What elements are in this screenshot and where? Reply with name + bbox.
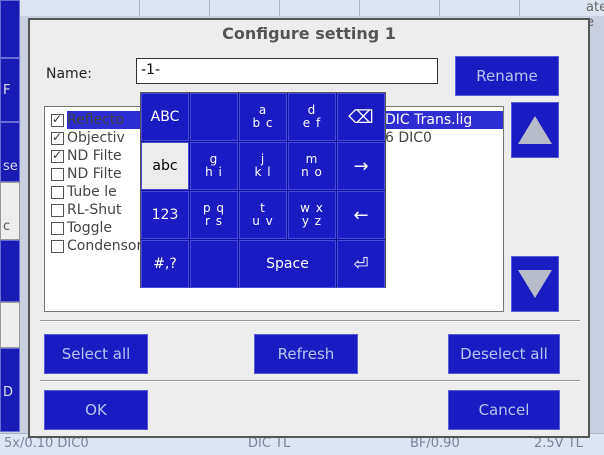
enter-key[interactable]: ⏎ [337, 240, 385, 288]
key-abc-upper[interactable]: ABC [141, 93, 189, 141]
key-blank[interactable] [190, 93, 238, 141]
checkbox[interactable] [51, 203, 64, 217]
background-header-cell [280, 0, 360, 16]
enter-icon: ⏎ [353, 253, 369, 275]
arrow-right-icon: → [353, 155, 369, 177]
background-header-cell [440, 0, 520, 16]
status-objective: 5x/0.10 DIC0 [4, 436, 89, 451]
scroll-down-button[interactable] [511, 256, 559, 312]
checkbox[interactable] [51, 130, 64, 145]
background-left-panel [0, 302, 20, 348]
space-key[interactable]: Space [239, 240, 336, 288]
arrow-left-icon: ← [353, 204, 369, 226]
key-pqrs[interactable]: p q r s [190, 191, 238, 239]
deselect-all-button[interactable]: Deselect all [448, 334, 560, 374]
key-wxyz[interactable]: w x y z [288, 191, 336, 239]
list-item-label: ND Filte [67, 148, 122, 164]
cancel-button[interactable]: Cancel [448, 390, 560, 430]
checkbox[interactable] [51, 167, 64, 181]
list-item[interactable]: Tube le [51, 183, 117, 201]
key-numeric[interactable]: 123 [141, 191, 189, 239]
arrow-up-icon [518, 116, 552, 144]
status-reflector: DIC TL [248, 436, 291, 451]
list-item-value: 6 DIC0 [385, 130, 432, 146]
name-label: Name: [46, 66, 93, 82]
list-item-label: Toggle [67, 220, 113, 236]
ok-button[interactable]: OK [44, 390, 148, 430]
status-lamp: 2.5V TL [534, 436, 583, 451]
list-item[interactable]: Condensor: [51, 237, 147, 255]
key-ghi[interactable]: g h i [190, 142, 238, 190]
key-pqrs-label: p q r s [202, 201, 226, 228]
background-left-panel: c [0, 182, 20, 240]
background-left-label: F [3, 83, 11, 98]
key-tuv[interactable]: t u v [239, 191, 287, 239]
rename-button[interactable]: Rename [455, 56, 559, 96]
checkbox[interactable] [51, 185, 64, 199]
key-def[interactable]: d e f [288, 93, 336, 141]
divider [40, 320, 580, 322]
background-header-cell [210, 0, 280, 16]
list-item[interactable]: ND Filte [51, 165, 122, 183]
list-item-label: Reflecto [67, 112, 124, 128]
status-condensor: BF/0.90 [410, 436, 460, 451]
key-blank[interactable] [190, 240, 238, 288]
list-item[interactable]: Reflecto [51, 111, 124, 129]
list-item-label: ND Filte [67, 166, 122, 182]
list-item-value: DIC Trans.lig [385, 112, 473, 128]
key-jkl-label: j k l [254, 152, 272, 179]
key-def-label: d e f [302, 103, 322, 130]
background-left-label: c [3, 219, 11, 234]
key-abc-lower[interactable]: abc [141, 142, 189, 190]
background-left-button[interactable]: se [0, 122, 20, 182]
onscreen-keyboard: ABC a b c d e f ⌫ abc g h i j k l m n o … [140, 92, 386, 288]
background-left-button[interactable] [0, 0, 20, 58]
list-item[interactable]: ND Filte [51, 147, 122, 165]
background-header-cell [140, 0, 210, 16]
list-item-label: Tube le [67, 184, 117, 200]
key-abc-label: a b c [252, 103, 274, 130]
configure-setting-dialog: Configure setting 1 Name: -1- Rename DIC… [28, 18, 590, 438]
arrow-down-icon [518, 270, 552, 298]
background-header [0, 0, 604, 16]
checkbox[interactable] [51, 148, 64, 163]
background-left-button[interactable] [0, 240, 20, 302]
list-item[interactable]: RL-Shut [51, 201, 121, 219]
list-item-label: RL-Shut [67, 202, 122, 218]
checkbox[interactable] [51, 221, 64, 235]
name-input[interactable]: -1- [136, 58, 438, 84]
key-wxyz-label: w x y z [300, 201, 324, 228]
checkbox[interactable] [51, 239, 64, 253]
key-mno[interactable]: m n o [288, 142, 336, 190]
background-left-label: D [3, 385, 14, 400]
key-abc[interactable]: a b c [239, 93, 287, 141]
background-header-cell [360, 0, 440, 16]
list-item[interactable]: Objectiv [51, 129, 125, 147]
key-ghi-label: g h i [205, 152, 223, 179]
key-tuv-label: t u v [252, 201, 274, 228]
key-symbols[interactable]: #,? [141, 240, 189, 288]
list-item-label: Objectiv [67, 130, 125, 146]
key-mno-label: m n o [301, 152, 323, 179]
cursor-left-key[interactable]: ← [337, 191, 385, 239]
dialog-title: Configure setting 1 [222, 24, 396, 43]
scroll-up-button[interactable] [511, 102, 559, 158]
background-left-button[interactable]: F [0, 58, 20, 122]
list-item[interactable]: Toggle [51, 219, 112, 237]
background-left-button[interactable]: D [0, 348, 20, 432]
checkbox[interactable] [51, 112, 64, 127]
backspace-icon: ⌫ [348, 106, 374, 128]
list-item-label: Condensor: [67, 238, 147, 254]
background-left-label: se [3, 159, 18, 174]
select-all-button[interactable]: Select all [44, 334, 148, 374]
backspace-key[interactable]: ⌫ [337, 93, 385, 141]
background-header-cell [0, 0, 140, 16]
cursor-right-key[interactable]: → [337, 142, 385, 190]
key-jkl[interactable]: j k l [239, 142, 287, 190]
refresh-button[interactable]: Refresh [254, 334, 358, 374]
divider [40, 380, 580, 382]
